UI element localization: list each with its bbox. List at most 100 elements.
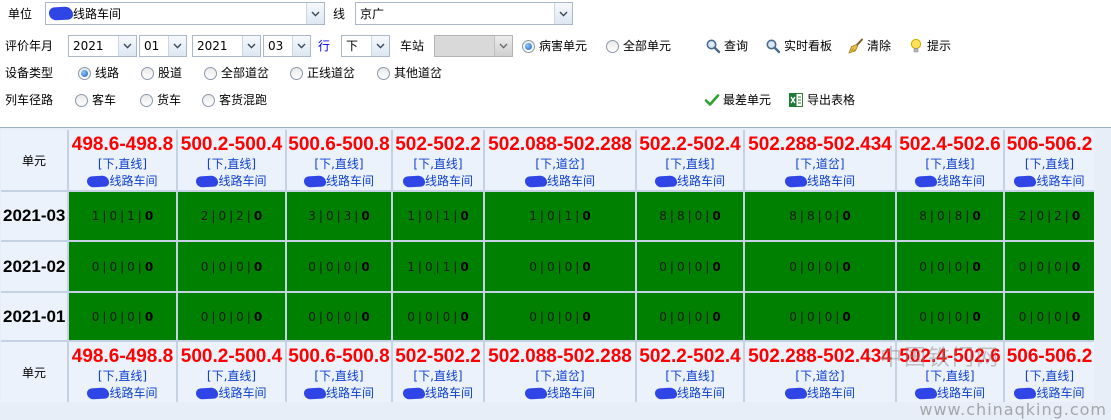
redaction-mark — [1014, 387, 1037, 400]
header-unit-column-6: 502.2-502.4 [下,直线] 线路车间 — [637, 130, 743, 190]
end-month-dropdown-button[interactable] — [292, 36, 310, 56]
radio-circle[interactable] — [75, 93, 88, 107]
radio-device-line[interactable]: 线路 — [78, 66, 119, 80]
direction-select[interactable]: 下 — [341, 35, 390, 57]
defect-count-cell[interactable]: 0 | 0 | 0 | 0 — [637, 293, 743, 340]
start-year-select[interactable]: 2021 — [68, 35, 137, 57]
query-button[interactable]: 查询 — [705, 38, 748, 54]
count-value: 0 — [954, 309, 963, 324]
radio-circle[interactable] — [140, 93, 153, 107]
count-value: 0 — [236, 309, 244, 324]
count-value: 1 — [442, 259, 451, 274]
hint-button[interactable]: 提示 — [908, 38, 951, 54]
defect-count-cell[interactable]: 0 | 0 | 0 | 0 — [485, 242, 635, 291]
radio-circle[interactable] — [522, 39, 535, 53]
bulb-icon — [908, 38, 924, 54]
defect-count-cell[interactable]: 8 | 0 | 8 | 0 — [897, 192, 1003, 240]
radio-route-passenger[interactable]: 客车 — [75, 93, 116, 107]
end-month-select[interactable]: 03 — [263, 35, 311, 57]
radio-route-freight[interactable]: 货车 — [140, 93, 181, 107]
count-separator: | — [947, 309, 952, 324]
start-month-select[interactable]: 01 — [139, 35, 187, 57]
radio-circle[interactable] — [377, 66, 390, 80]
defect-count-cell[interactable]: 0 | 0 | 0 | 0 — [745, 242, 895, 291]
defect-count-cell[interactable]: 0 | 0 | 0 | 0 — [1005, 293, 1094, 340]
defect-count-cell[interactable]: 1 | 0 | 1 | 0 — [69, 192, 176, 240]
clear-button[interactable]: 清除 — [848, 38, 891, 54]
check-icon — [704, 92, 720, 108]
radio-defect-units[interactable]: 病害单元 — [522, 39, 587, 53]
count-separator: | — [575, 209, 580, 223]
workshop-label: 线路车间 — [325, 174, 374, 188]
line-select[interactable]: 京广 — [355, 2, 573, 25]
defect-count-cell[interactable]: 0 | 0 | 0 | 0 — [1005, 242, 1094, 291]
count-value: 0 — [91, 259, 100, 274]
defect-count-cell[interactable]: 8 | 8 | 0 | 0 — [745, 192, 895, 240]
radio-label: 全部道岔 — [221, 66, 270, 80]
direction-dropdown-button[interactable] — [371, 36, 389, 56]
count-value: 0 — [919, 309, 927, 324]
station-dropdown-button[interactable] — [494, 36, 512, 56]
defect-count-cell[interactable]: 0 | 0 | 0 | 0 — [897, 293, 1003, 340]
count-separator: | — [229, 259, 234, 274]
defect-count-cell[interactable]: 0 | 0 | 0 | 0 — [637, 242, 743, 291]
query-button-label: 查询 — [724, 39, 749, 53]
radio-circle[interactable] — [78, 66, 91, 80]
start-month-dropdown-button[interactable] — [168, 36, 186, 56]
count-value: 0 — [546, 259, 555, 274]
workshop-label: 线路车间 — [936, 386, 985, 400]
defect-count-cell[interactable]: 3 | 0 | 3 | 0 — [287, 192, 391, 240]
radio-all-units[interactable]: 全部单元 — [606, 39, 671, 53]
count-value: 0 — [1054, 309, 1062, 324]
station-select[interactable] — [434, 35, 513, 57]
defect-count-cell[interactable]: 0 | 0 | 0 | 0 — [745, 293, 895, 340]
defect-count-cell[interactable]: 0 | 0 | 0 | 0 — [287, 242, 391, 291]
defect-count-cell[interactable]: 2 | 0 | 2 | 0 — [1005, 192, 1094, 240]
track-direction-type: [下,直线] — [925, 369, 975, 383]
redaction-mark — [196, 387, 219, 400]
count-value: 0 — [361, 209, 370, 223]
defect-count-cell[interactable]: 0 | 0 | 0 | 0 — [393, 293, 483, 340]
radio-circle[interactable] — [141, 66, 154, 80]
defect-count-cell[interactable]: 0 | 0 | 0 | 0 — [178, 293, 285, 340]
unit-select[interactable]: 线路车间 — [45, 2, 325, 25]
unit-dropdown-button[interactable] — [306, 3, 324, 24]
export-table-button[interactable]: 导出表格 — [788, 92, 855, 108]
end-year-select[interactable]: 2021 — [192, 35, 261, 57]
defect-count-cell[interactable]: 1 | 0 | 1 | 0 — [393, 242, 483, 291]
defect-count-cell[interactable]: 1 | 0 | 1 | 0 — [485, 192, 635, 240]
line-dropdown-button[interactable] — [554, 3, 572, 24]
count-value: 0 — [361, 259, 370, 274]
workshop-name: 线路车间 — [524, 173, 595, 190]
radio-device-other-turnouts[interactable]: 其他道岔 — [377, 66, 442, 80]
defect-count-cell[interactable]: 8 | 8 | 0 | 0 — [637, 192, 743, 240]
radio-route-mixed[interactable]: 客货混跑 — [202, 93, 267, 107]
defect-count-cell[interactable]: 0 | 0 | 0 | 0 — [69, 242, 176, 291]
start-year-dropdown-button[interactable] — [118, 36, 136, 56]
defect-count-cell[interactable]: 2 | 0 | 2 | 0 — [178, 192, 285, 240]
defect-count-cell[interactable]: 0 | 0 | 0 | 0 — [485, 293, 635, 340]
worst-units-button[interactable]: 最差单元 — [704, 92, 771, 108]
count-value: 1 — [407, 209, 415, 223]
radio-device-station-track[interactable]: 股道 — [141, 66, 182, 80]
count-value: 0 — [407, 309, 415, 324]
footer-unit-column-3: 500.6-500.8 [下,直线] 线路车间 — [287, 342, 391, 402]
radio-label: 正线道岔 — [307, 66, 356, 80]
mileage-range: 500.6-500.8 — [288, 134, 390, 155]
radio-circle[interactable] — [606, 39, 619, 53]
radio-circle[interactable] — [204, 66, 217, 80]
end-year-dropdown-button[interactable] — [242, 36, 260, 56]
radio-circle[interactable] — [290, 66, 303, 80]
defect-count-cell[interactable]: 0 | 0 | 0 | 0 — [897, 242, 1003, 291]
defect-count-cell[interactable]: 0 | 0 | 0 | 0 — [178, 242, 285, 291]
radio-circle[interactable] — [202, 93, 215, 107]
defect-count-cell[interactable]: 0 | 0 | 0 | 0 — [69, 293, 176, 340]
radio-device-all-turnouts[interactable]: 全部道岔 — [204, 66, 269, 80]
realtime-board-button[interactable]: 实时看板 — [765, 38, 832, 54]
worst-units-button-label: 最差单元 — [723, 93, 772, 107]
count-value: 0 — [564, 309, 573, 324]
defect-count-cell[interactable]: 0 | 0 | 0 | 0 — [287, 293, 391, 340]
end-month-value: 03 — [268, 39, 284, 53]
defect-count-cell[interactable]: 1 | 0 | 1 | 0 — [393, 192, 483, 240]
radio-device-mainline-turnouts[interactable]: 正线道岔 — [290, 66, 355, 80]
